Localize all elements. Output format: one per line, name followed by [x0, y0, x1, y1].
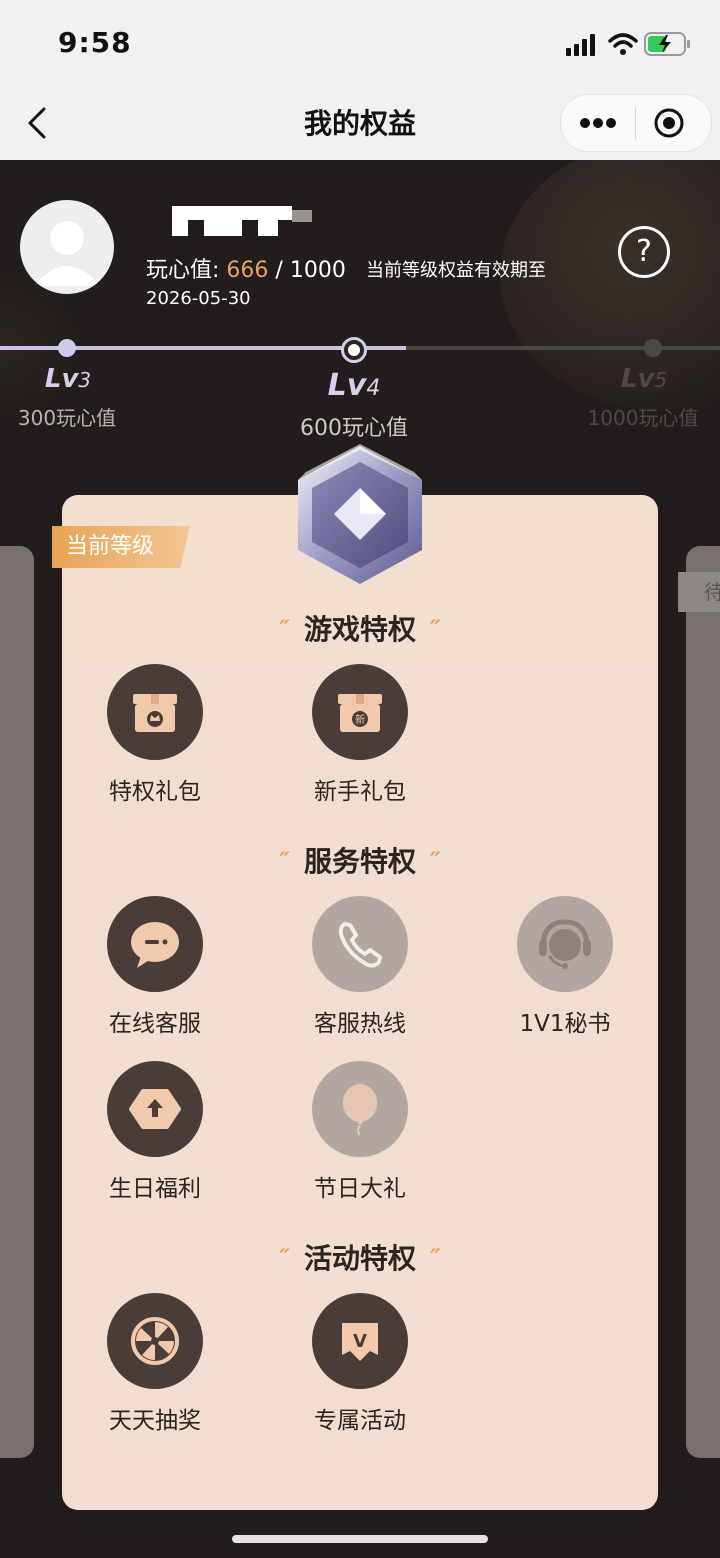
phone-icon [312, 896, 408, 992]
level-dot-3 [58, 339, 76, 357]
exclusive-activity-item[interactable]: V 专属活动 [290, 1293, 430, 1435]
item-label: 客服热线 [314, 1011, 406, 1037]
newbie-gift-item[interactable]: 新 新手礼包 [290, 664, 430, 806]
prev-level-card[interactable] [0, 546, 34, 1458]
balloon-icon [312, 1061, 408, 1157]
vip-badge-icon: V [312, 1293, 408, 1389]
daily-lottery-item[interactable]: 天天抽奖 [85, 1293, 225, 1435]
item-label: 专属活动 [314, 1408, 406, 1434]
points-label: 玩心值: [146, 258, 220, 283]
level-4-points: 600玩心值 [300, 416, 408, 441]
holiday-gift-item[interactable]: 节日大礼 [290, 1061, 430, 1203]
birthday-item[interactable]: 生日福利 [85, 1061, 225, 1203]
item-label: 节日大礼 [314, 1176, 406, 1202]
hotline-item[interactable]: 客服热线 [290, 896, 430, 1038]
current-points: 666 [226, 258, 269, 283]
signal-icon [566, 34, 595, 56]
more-dots-icon[interactable] [579, 115, 617, 131]
home-indicator [232, 1535, 488, 1543]
next-level-tag: 待 [678, 572, 720, 612]
help-icon[interactable]: ? [618, 226, 670, 278]
wifi-icon [608, 33, 638, 55]
privilege-gift-item[interactable]: 特权礼包 [85, 664, 225, 806]
status-time: 9:58 [58, 26, 132, 59]
item-label: 特权礼包 [109, 779, 201, 805]
level-5-points: 1000玩心值 [587, 406, 699, 430]
level-progress-rest [406, 346, 720, 350]
avatar-placeholder-icon [34, 221, 100, 286]
item-label: 新手礼包 [314, 779, 406, 805]
item-label: 1V1秘书 [519, 1011, 611, 1037]
level-dot-5 [644, 339, 662, 357]
birthday-icon [107, 1061, 203, 1157]
level-3-points: 300玩心值 [17, 406, 117, 430]
level-dot-4-current [341, 337, 367, 363]
close-target-icon[interactable] [653, 107, 685, 139]
lottery-wheel-icon [107, 1293, 203, 1389]
max-points: 1000 [289, 258, 346, 283]
mini-program-capsule [560, 94, 712, 152]
item-label: 生日福利 [109, 1176, 201, 1202]
current-level-tag: 当前等级 [52, 526, 190, 568]
username-redacted [146, 206, 316, 242]
expire-date: 2026-05-30 [146, 288, 251, 309]
level-4-tag: Lv4 [327, 368, 381, 403]
chat-bubble-icon [107, 896, 203, 992]
section-service-privilege-title: ″ 服务特权 ″ [279, 845, 441, 878]
secretary-item[interactable]: 1V1秘书 [495, 896, 635, 1038]
battery-icon [644, 32, 690, 56]
svg-text:V: V [353, 1331, 367, 1352]
avatar[interactable] [20, 200, 114, 294]
online-service-item[interactable]: 在线客服 [85, 896, 225, 1038]
points-stat: 玩心值: 666 / 1000 [146, 252, 346, 284]
level-5-tag: Lv5 [620, 364, 668, 394]
next-level-card[interactable] [686, 546, 720, 1458]
svg-text:新: 新 [355, 713, 365, 726]
gift-crown-icon [107, 664, 203, 760]
gift-new-icon: 新 [312, 664, 408, 760]
item-label: 天天抽奖 [109, 1408, 201, 1434]
headset-icon [517, 896, 613, 992]
section-game-privilege-title: ″ 游戏特权 ″ [279, 613, 441, 646]
item-label: 在线客服 [109, 1011, 201, 1037]
top-bar: 9:58 我的权益 [0, 0, 720, 160]
section-activity-privilege-title: ″ 活动特权 ″ [279, 1242, 441, 1275]
points-separator: / [268, 258, 290, 283]
expire-label: 当前等级权益有效期至 [366, 260, 546, 281]
level-3-tag: Lv3 [44, 364, 92, 394]
level-badge-icon [298, 444, 422, 584]
